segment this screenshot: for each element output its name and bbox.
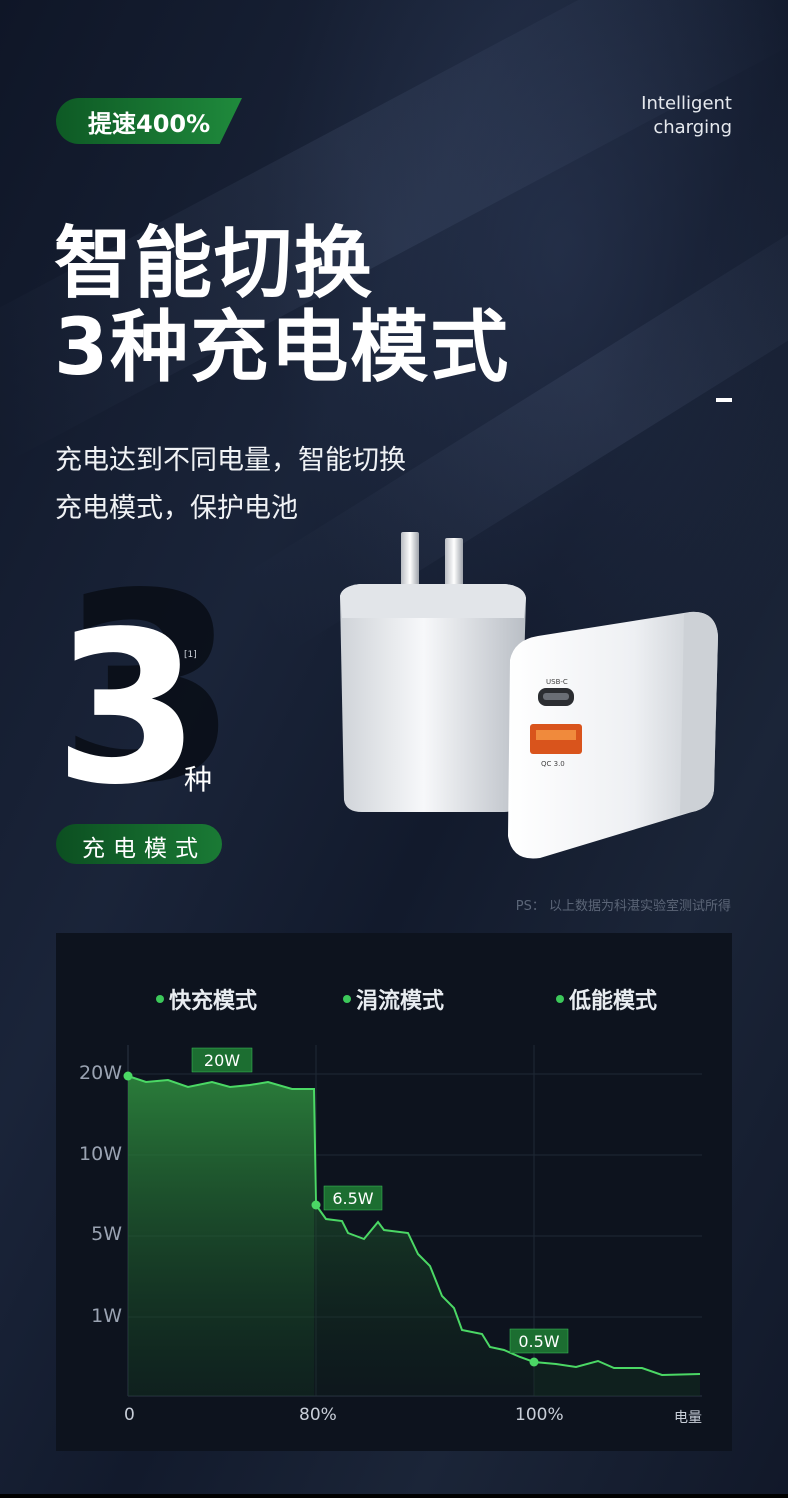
annotation-20w: 20W [191, 1047, 253, 1073]
data-point-0-5w [529, 1357, 539, 1367]
power-curve-chart: 20W 6.5W 0.5W [123, 1045, 702, 1397]
bottom-border [0, 1494, 788, 1498]
data-point-6-5w [311, 1200, 321, 1210]
annotation-0-5w-label: 0.5W [518, 1332, 559, 1351]
fast-mode-area [128, 1076, 314, 1396]
annotation-6-5w-label: 6.5W [332, 1189, 373, 1208]
low-mode-area [534, 1361, 700, 1396]
annotation-20w-label: 20W [204, 1051, 240, 1070]
annotation-0-5w: 0.5W [509, 1328, 569, 1354]
data-point-20w [123, 1071, 133, 1081]
annotation-6-5w: 6.5W [323, 1185, 383, 1211]
